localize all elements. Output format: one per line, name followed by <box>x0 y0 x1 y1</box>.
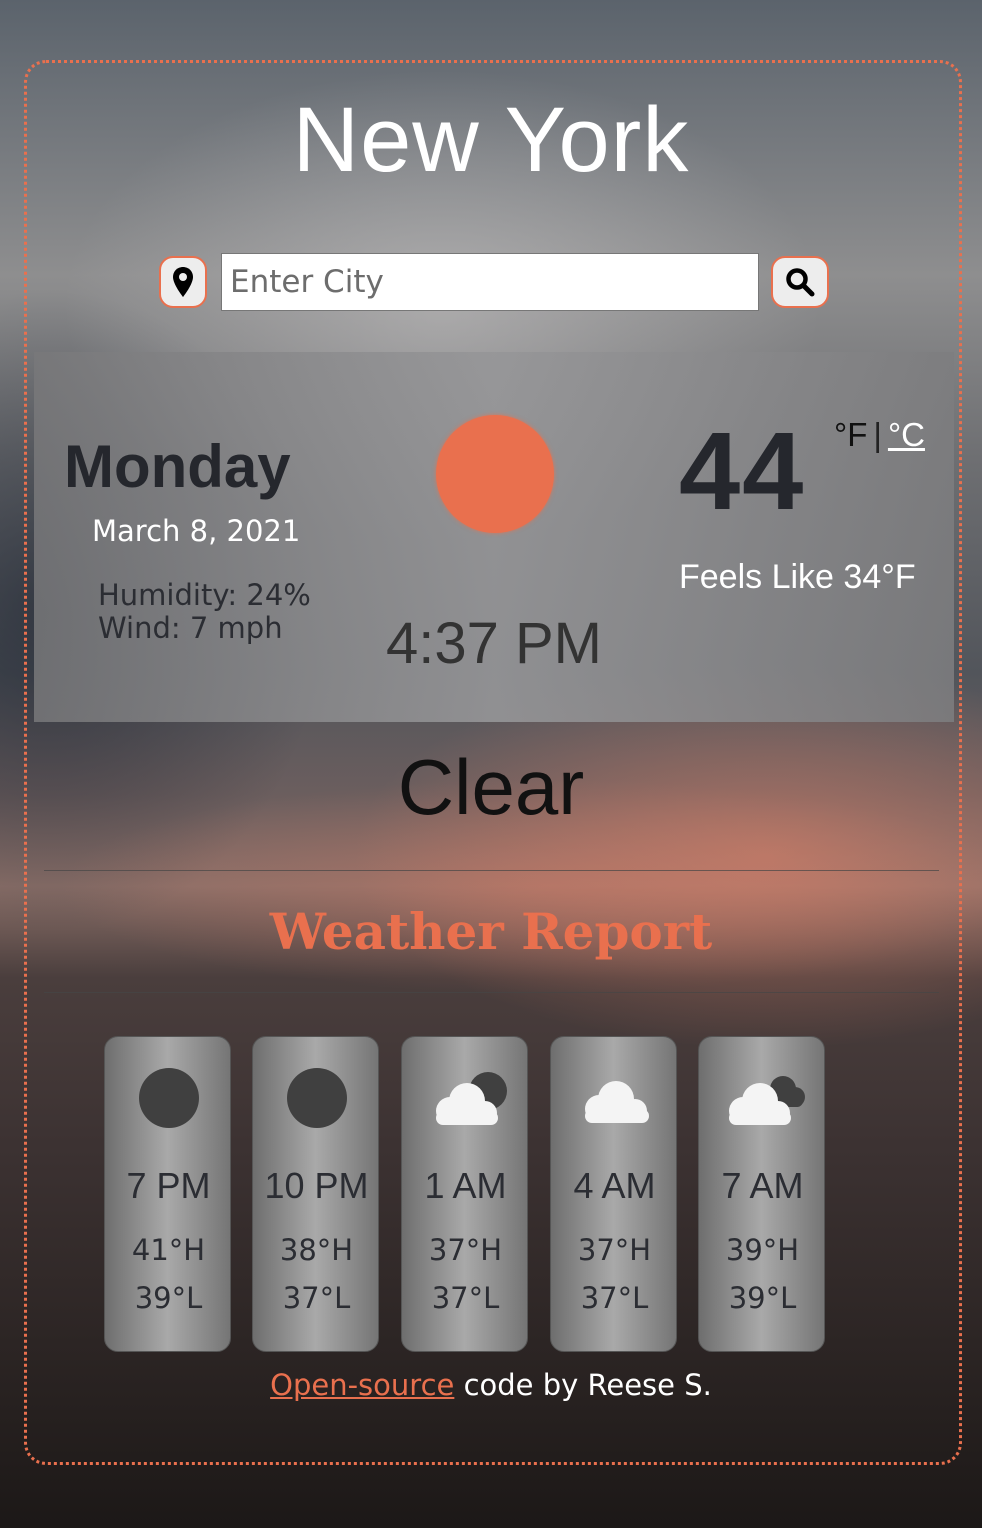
forecast-hour: 1 AM <box>424 1165 507 1206</box>
open-source-link[interactable]: Open-source <box>270 1368 454 1402</box>
forecast-low: 37°L <box>431 1281 500 1315</box>
divider <box>44 870 939 871</box>
feels-like: Feels Like 34°F <box>679 558 916 596</box>
moon-icon <box>287 1068 347 1128</box>
forecast-hour: 4 AM <box>573 1165 656 1206</box>
forecast-high: 41°H <box>131 1233 206 1267</box>
footer-credit: code by Reese S. <box>454 1368 712 1402</box>
forecast-card: 4 AM 37°H 37°L <box>550 1036 677 1352</box>
moon-icon <box>139 1068 199 1128</box>
clouds-icon <box>729 1076 805 1125</box>
search-icon <box>786 268 815 297</box>
forecast-low: 37°L <box>282 1281 351 1315</box>
forecast-hour: 7 PM <box>126 1165 211 1206</box>
unit-separator: | <box>873 416 882 453</box>
city-search-input[interactable] <box>221 253 759 311</box>
divider <box>44 992 939 993</box>
humidity: Humidity: 24% <box>98 578 311 612</box>
forecast-hour: 7 AM <box>721 1165 804 1206</box>
temperature: 44 <box>679 410 806 533</box>
weekday: Monday <box>64 433 291 500</box>
fahrenheit-link[interactable]: °F <box>834 416 867 453</box>
forecast-high: 37°H <box>428 1233 503 1267</box>
forecast-card: 7 PM 41°H 39°L <box>104 1036 231 1352</box>
weather-description: Clear <box>397 743 585 831</box>
forecast-high: 38°H <box>279 1233 354 1267</box>
forecast-card: 10 PM 38°H 37°L <box>252 1036 379 1352</box>
unit-toggle: °F | °C <box>834 416 925 454</box>
forecast-high: 39°H <box>725 1233 800 1267</box>
report-title: Weather Report <box>269 902 713 961</box>
date: March 8, 2021 <box>92 514 301 548</box>
search-button[interactable] <box>771 256 829 308</box>
current-weather-panel: Monday March 8, 2021 Humidity: 24% Wind:… <box>34 352 954 722</box>
location-pin-icon <box>173 267 193 297</box>
current-time: 4:37 PM <box>386 611 602 676</box>
sun-icon <box>436 415 554 533</box>
cloud-moon-icon <box>436 1072 507 1125</box>
forecast-card: 1 AM 37°H 37°L <box>401 1036 528 1352</box>
city-title: New York <box>292 89 690 191</box>
forecast-hour: 10 PM <box>264 1165 369 1206</box>
current-location-button[interactable] <box>159 256 207 308</box>
forecast-low: 39°L <box>728 1281 797 1315</box>
forecast-card: 7 AM 39°H 39°L <box>698 1036 825 1352</box>
forecast-low: 39°L <box>134 1281 203 1315</box>
forecast-high: 37°H <box>577 1233 652 1267</box>
cloud-icon <box>585 1081 649 1123</box>
footer: Open-source code by Reese S. <box>0 1368 982 1402</box>
celsius-link[interactable]: °C <box>888 416 925 453</box>
forecast-low: 37°L <box>580 1281 649 1315</box>
